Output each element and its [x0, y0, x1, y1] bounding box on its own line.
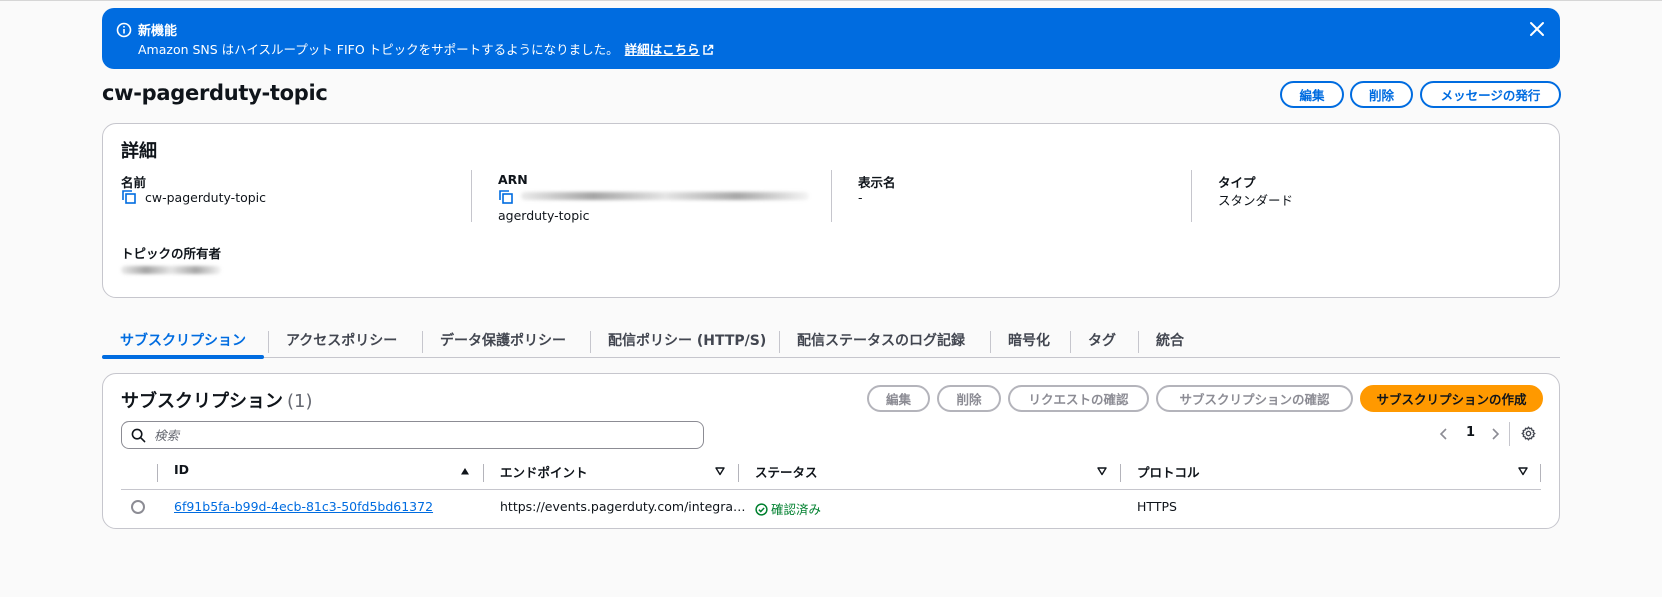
- details-heading: 詳細: [121, 141, 157, 162]
- info-icon: [116, 22, 132, 38]
- column-divider: [1120, 464, 1121, 482]
- flash-message-text: Amazon SNS はハイスループット FIFO トピックをサポートするように…: [138, 42, 619, 57]
- tab-bar: サブスクリプション アクセスポリシー データ保護ポリシー 配信ポリシー (HTT…: [102, 322, 1560, 359]
- confirm-subscription-button[interactable]: サブスクリプションの確認: [1156, 385, 1353, 412]
- tab-delivery-status-logging[interactable]: 配信ステータスのログ記録: [779, 322, 983, 358]
- edit-topic-button[interactable]: 編集: [1280, 81, 1344, 108]
- sort-icon[interactable]: [1518, 466, 1528, 476]
- name-value: cw-pagerduty-topic: [145, 190, 267, 205]
- copy-icon[interactable]: [121, 189, 137, 205]
- owner-label: トピックの所有者: [121, 246, 222, 261]
- column-divider: [831, 170, 832, 222]
- tab-tags[interactable]: タグ: [1070, 322, 1134, 358]
- sort-icon[interactable]: [1097, 466, 1107, 476]
- top-divider: [0, 0, 1662, 1]
- flash-title: 新機能: [138, 24, 178, 39]
- sort-icon[interactable]: [715, 466, 725, 476]
- column-divider: [483, 464, 484, 482]
- header-divider: [121, 489, 1541, 490]
- page-number[interactable]: 1: [1466, 425, 1475, 440]
- display-name-label: 表示名: [858, 175, 896, 190]
- chevron-left-icon[interactable]: [1438, 428, 1450, 440]
- flash-banner: 新機能 Amazon SNS はハイスループット FIFO トピックをサポートす…: [102, 8, 1560, 69]
- status-text: 確認済み: [771, 502, 822, 517]
- publish-message-button[interactable]: メッセージの発行: [1420, 81, 1561, 108]
- tab-encryption[interactable]: 暗号化: [990, 322, 1068, 358]
- column-divider: [738, 464, 739, 482]
- flash-link-label: 詳細はこちら: [624, 42, 700, 57]
- edit-subscription-button[interactable]: 編集: [867, 385, 930, 412]
- type-value: スタンダード: [1218, 193, 1294, 208]
- subscription-status: 確認済み: [755, 499, 821, 518]
- chevron-right-icon[interactable]: [1489, 428, 1501, 440]
- subscription-id-link[interactable]: 6f91b5fa-b99d-4ecb-81c3-50fd5bd61372: [174, 499, 433, 514]
- search-box[interactable]: [121, 421, 704, 449]
- pager-divider: [1509, 422, 1510, 446]
- subscriptions-count: (1): [287, 391, 313, 412]
- status-success-icon: [755, 503, 768, 516]
- tab-subscriptions[interactable]: サブスクリプション: [102, 322, 264, 359]
- copy-icon[interactable]: [498, 189, 514, 205]
- tab-delivery-policy[interactable]: 配信ポリシー (HTTP/S): [590, 322, 784, 358]
- type-label: タイプ: [1218, 175, 1256, 190]
- display-name-value: -: [858, 190, 863, 205]
- arn-label: ARN: [498, 172, 528, 187]
- tab-data-protection-policy[interactable]: データ保護ポリシー: [422, 322, 584, 358]
- redacted-arn: [521, 192, 809, 200]
- column-divider: [157, 464, 158, 482]
- tab-integrations[interactable]: 統合: [1138, 322, 1202, 358]
- column-header-protocol[interactable]: プロトコル: [1137, 462, 1200, 481]
- page-title: cw-pagerduty-topic: [102, 81, 328, 105]
- column-divider: [1191, 170, 1192, 222]
- subscriptions-panel: サブスクリプション (1) 編集 削除 リクエストの確認 サブスクリプションの確認…: [102, 373, 1560, 529]
- row-select-radio[interactable]: [131, 500, 145, 514]
- column-header-status[interactable]: ステータス: [755, 462, 818, 481]
- delete-subscription-button[interactable]: 削除: [937, 385, 1001, 412]
- gear-icon[interactable]: [1521, 426, 1536, 441]
- search-icon: [131, 428, 146, 443]
- search-input[interactable]: [154, 426, 694, 444]
- arn-value: agerduty-topic: [498, 208, 590, 223]
- subscriptions-heading: サブスクリプション (1): [121, 387, 313, 413]
- subscription-endpoint: https://events.pagerduty.com/integra…: [500, 499, 746, 514]
- redacted-owner: [121, 266, 221, 274]
- delete-topic-button[interactable]: 削除: [1350, 81, 1413, 108]
- flash-message: Amazon SNS はハイスループット FIFO トピックをサポートするように…: [138, 39, 714, 58]
- sort-ascending-icon[interactable]: [460, 466, 470, 476]
- column-header-endpoint[interactable]: エンドポイント: [500, 462, 588, 481]
- subscription-protocol: HTTPS: [1137, 499, 1177, 514]
- details-panel: 詳細 名前 cw-pagerduty-topic ARN agerduty-to…: [102, 123, 1560, 298]
- column-divider: [471, 170, 472, 222]
- column-divider: [1540, 464, 1541, 482]
- tab-access-policy[interactable]: アクセスポリシー: [268, 322, 415, 358]
- flash-learn-more-link[interactable]: 詳細はこちら: [625, 42, 714, 57]
- column-header-id[interactable]: ID: [174, 462, 189, 477]
- close-icon[interactable]: [1528, 20, 1546, 38]
- create-subscription-button[interactable]: サブスクリプションの作成: [1360, 385, 1543, 412]
- subscriptions-heading-text: サブスクリプション: [121, 391, 283, 412]
- external-link-icon: [702, 44, 713, 55]
- request-confirmation-button[interactable]: リクエストの確認: [1008, 385, 1149, 412]
